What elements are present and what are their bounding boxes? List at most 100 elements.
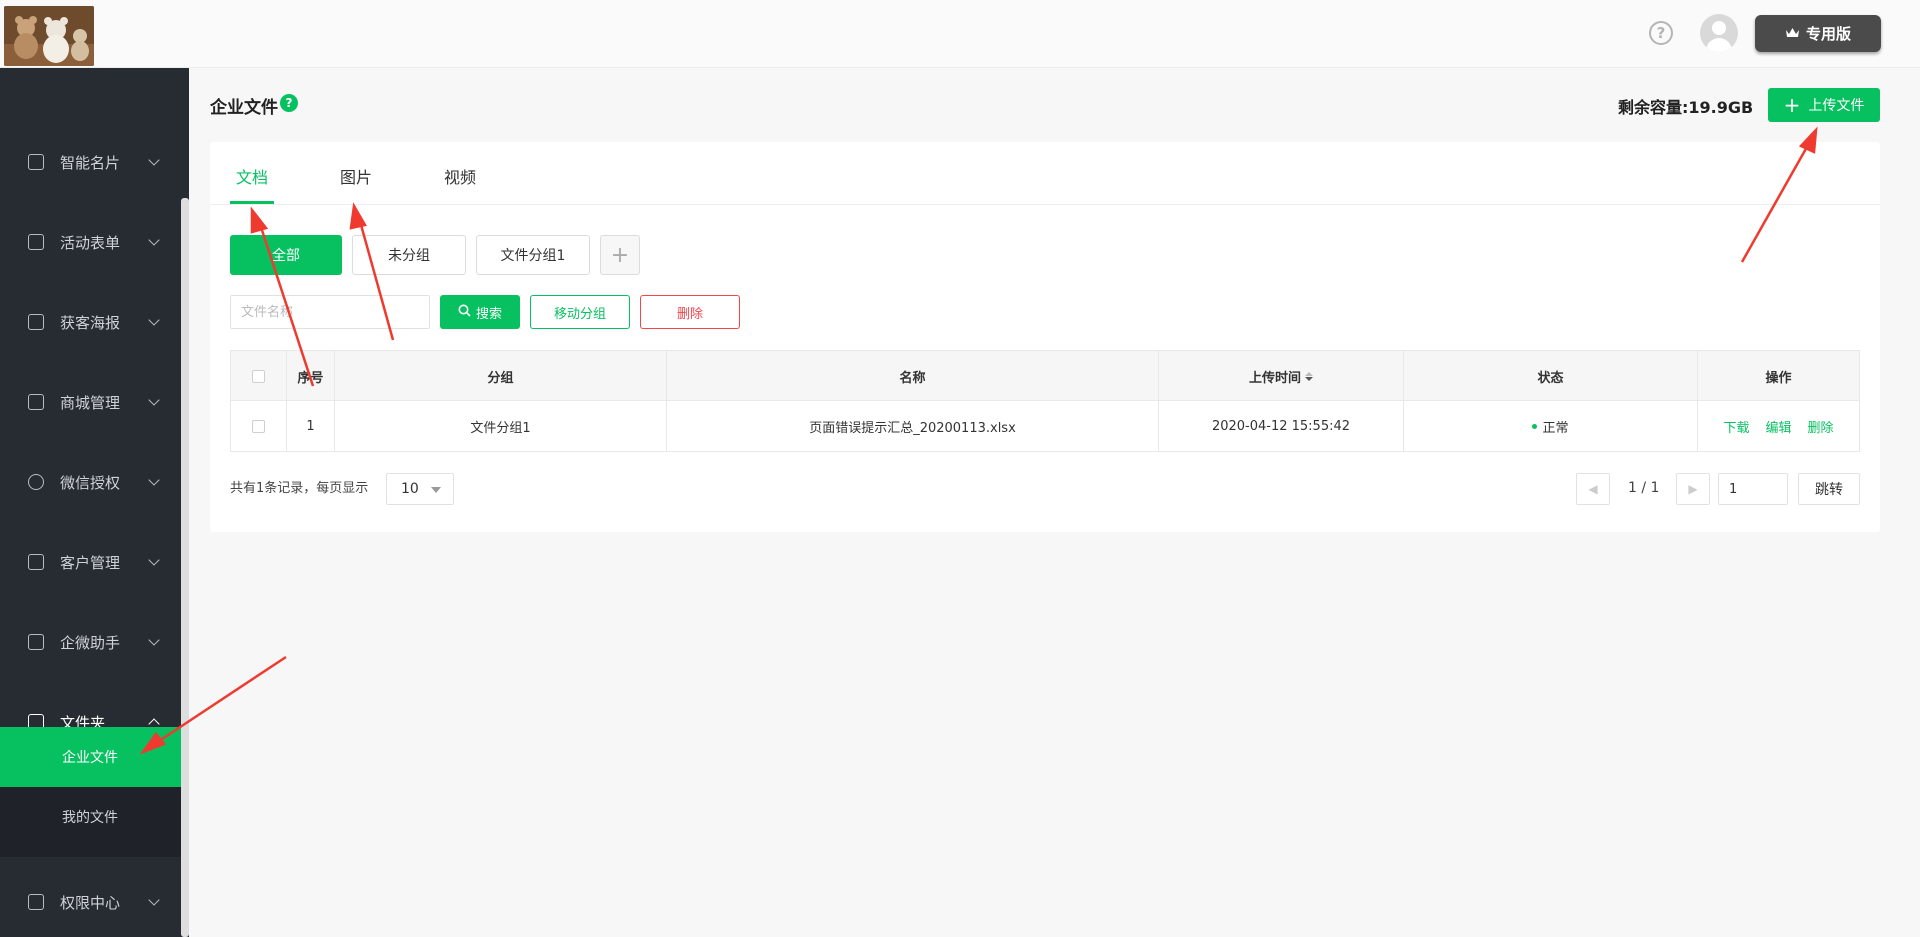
- search-label: 搜索: [475, 306, 502, 322]
- plus-icon: +: [1783, 93, 1801, 117]
- header-upload-time-label: 上传时间: [1248, 370, 1301, 386]
- file-table: 序号 分组 名称 上传时间 状态 操作 1 文件分组1 页面错误提示汇总_202…: [230, 350, 1860, 452]
- row-status: 正常: [1404, 401, 1698, 451]
- active-tab-indicator: [230, 201, 274, 204]
- file-type-tabs: 文档 图片 视频: [210, 142, 1880, 205]
- sidebar-subitem-my-files[interactable]: 我的文件: [0, 787, 181, 847]
- header-status: 状态: [1404, 351, 1698, 401]
- upload-file-button[interactable]: + 上传文件: [1768, 88, 1880, 122]
- chevron-down-icon: [148, 233, 160, 246]
- sidebar-item-label: 活动表单: [60, 233, 121, 252]
- row-upload-time: 2020-04-12 15:55:42: [1159, 401, 1404, 451]
- lock-icon: [28, 634, 44, 650]
- tab-documents[interactable]: 文档: [236, 164, 268, 188]
- chevron-down-icon: [148, 153, 160, 166]
- table-row: 1 文件分组1 页面错误提示汇总_20200113.xlsx 2020-04-1…: [231, 401, 1859, 451]
- chevron-down-icon: [148, 893, 160, 906]
- move-group-button[interactable]: 移动分组: [530, 295, 630, 329]
- page-size-select[interactable]: 10: [386, 473, 454, 505]
- crown-icon: [1785, 25, 1800, 43]
- sort-icon[interactable]: [1305, 371, 1313, 381]
- shop-icon: [28, 394, 44, 410]
- user-avatar-icon[interactable]: [1700, 14, 1738, 52]
- status-dot-icon: [1532, 423, 1538, 429]
- download-link[interactable]: 下载: [1723, 417, 1749, 436]
- row-actions: 下载 编辑 删除: [1698, 401, 1859, 451]
- row-select-cell: [231, 401, 287, 451]
- header-name: 名称: [667, 351, 1159, 401]
- sidebar-scrollbar[interactable]: [181, 198, 189, 937]
- sidebar-subitem-label: 企业文件: [62, 750, 118, 766]
- clipboard-icon: [28, 234, 44, 250]
- upload-label: 上传文件: [1808, 98, 1865, 114]
- sidebar-item-label: 企微助手: [60, 633, 121, 652]
- row-group: 文件分组1: [335, 401, 667, 451]
- header-group: 分组: [335, 351, 667, 401]
- tab-videos[interactable]: 视频: [444, 164, 476, 188]
- sidebar-item-wechat-auth[interactable]: 微信授权: [0, 442, 181, 522]
- prev-page-button[interactable]: ◀: [1576, 473, 1610, 505]
- page-size-value: 10: [401, 481, 419, 497]
- sidebar-item-wecom-assistant[interactable]: 企微助手: [0, 602, 181, 682]
- remaining-capacity: 剩余容量:19.9GB: [1618, 98, 1754, 117]
- chevron-down-icon: [148, 393, 160, 406]
- lock-icon: [28, 894, 44, 910]
- next-page-button[interactable]: ▶: [1676, 473, 1710, 505]
- caret-down-icon: [431, 487, 441, 493]
- group-file-group-1-button[interactable]: 文件分组1: [476, 235, 590, 275]
- row-checkbox[interactable]: [252, 419, 265, 433]
- top-bar: ? 专用版: [0, 0, 1920, 68]
- select-all-checkbox[interactable]: [252, 369, 265, 383]
- record-summary: 共有1条记录，每页显示: [230, 481, 369, 496]
- delete-button[interactable]: 删除: [640, 295, 740, 329]
- status-label: 正常: [1542, 420, 1569, 436]
- sidebar-subitem-company-files[interactable]: 企业文件: [0, 727, 181, 787]
- edition-label: 专用版: [1805, 25, 1851, 43]
- sidebar-item-label: 智能名片: [60, 153, 121, 172]
- header-upload-time[interactable]: 上传时间: [1159, 351, 1404, 401]
- tab-images[interactable]: 图片: [340, 164, 372, 188]
- chevron-down-icon: [148, 553, 160, 566]
- delete-link[interactable]: 删除: [1808, 417, 1834, 436]
- edit-link[interactable]: 编辑: [1765, 417, 1791, 436]
- page-title: 企业文件: [210, 98, 278, 118]
- sidebar-item-mall[interactable]: 商城管理: [0, 362, 181, 442]
- sidebar-item-label: 商城管理: [60, 393, 121, 412]
- sidebar-item-activity-form[interactable]: 活动表单: [0, 202, 181, 282]
- folder-submenu: 企业文件 我的文件: [0, 727, 181, 857]
- jump-button[interactable]: 跳转: [1798, 473, 1860, 505]
- file-card: 文档 图片 视频 全部 未分组 文件分组1 + 搜索 移动分组 删除 序号 分组…: [210, 142, 1880, 532]
- file-name-search-input[interactable]: [230, 295, 430, 329]
- edition-badge-button[interactable]: 专用版: [1755, 15, 1881, 52]
- wechat-icon: [28, 474, 44, 490]
- customer-icon: [28, 554, 44, 570]
- header-actions: 操作: [1765, 370, 1792, 386]
- sidebar-item-label: 微信授权: [60, 473, 121, 492]
- sidebar: 智能名片 活动表单 获客海报 商城管理 微信授权 客户管理 企微助手 文件夹 企…: [0, 68, 189, 937]
- search-icon: [458, 304, 471, 321]
- search-button[interactable]: 搜索: [440, 295, 520, 329]
- sidebar-item-smart-card[interactable]: 智能名片: [0, 122, 181, 202]
- help-icon[interactable]: ?: [1649, 21, 1673, 45]
- row-index: 1: [287, 401, 335, 451]
- sidebar-item-label: 权限中心: [60, 893, 121, 912]
- row-file-name: 页面错误提示汇总_20200113.xlsx: [667, 401, 1159, 451]
- sidebar-item-label: 客户管理: [60, 553, 121, 572]
- help-icon[interactable]: ?: [280, 94, 298, 112]
- group-ungrouped-button[interactable]: 未分组: [352, 235, 466, 275]
- header-index: 序号: [287, 351, 335, 401]
- group-all-button[interactable]: 全部: [230, 235, 342, 275]
- sidebar-subitem-label: 我的文件: [62, 810, 118, 826]
- sidebar-item-poster[interactable]: 获客海报: [0, 282, 181, 362]
- chevron-down-icon: [148, 633, 160, 646]
- page-indicator: 1 / 1: [1628, 480, 1660, 496]
- table-header-row: 序号 分组 名称 上传时间 状态 操作: [231, 351, 1859, 401]
- sidebar-item-customers[interactable]: 客户管理: [0, 522, 181, 602]
- jump-page-input[interactable]: [1718, 473, 1788, 505]
- chevron-down-icon: [148, 313, 160, 326]
- store-icon: [28, 314, 44, 330]
- select-all-cell: [231, 351, 287, 401]
- brand-logo[interactable]: [4, 6, 94, 66]
- sidebar-item-permissions[interactable]: 权限中心: [0, 862, 181, 937]
- add-group-button[interactable]: +: [600, 235, 640, 275]
